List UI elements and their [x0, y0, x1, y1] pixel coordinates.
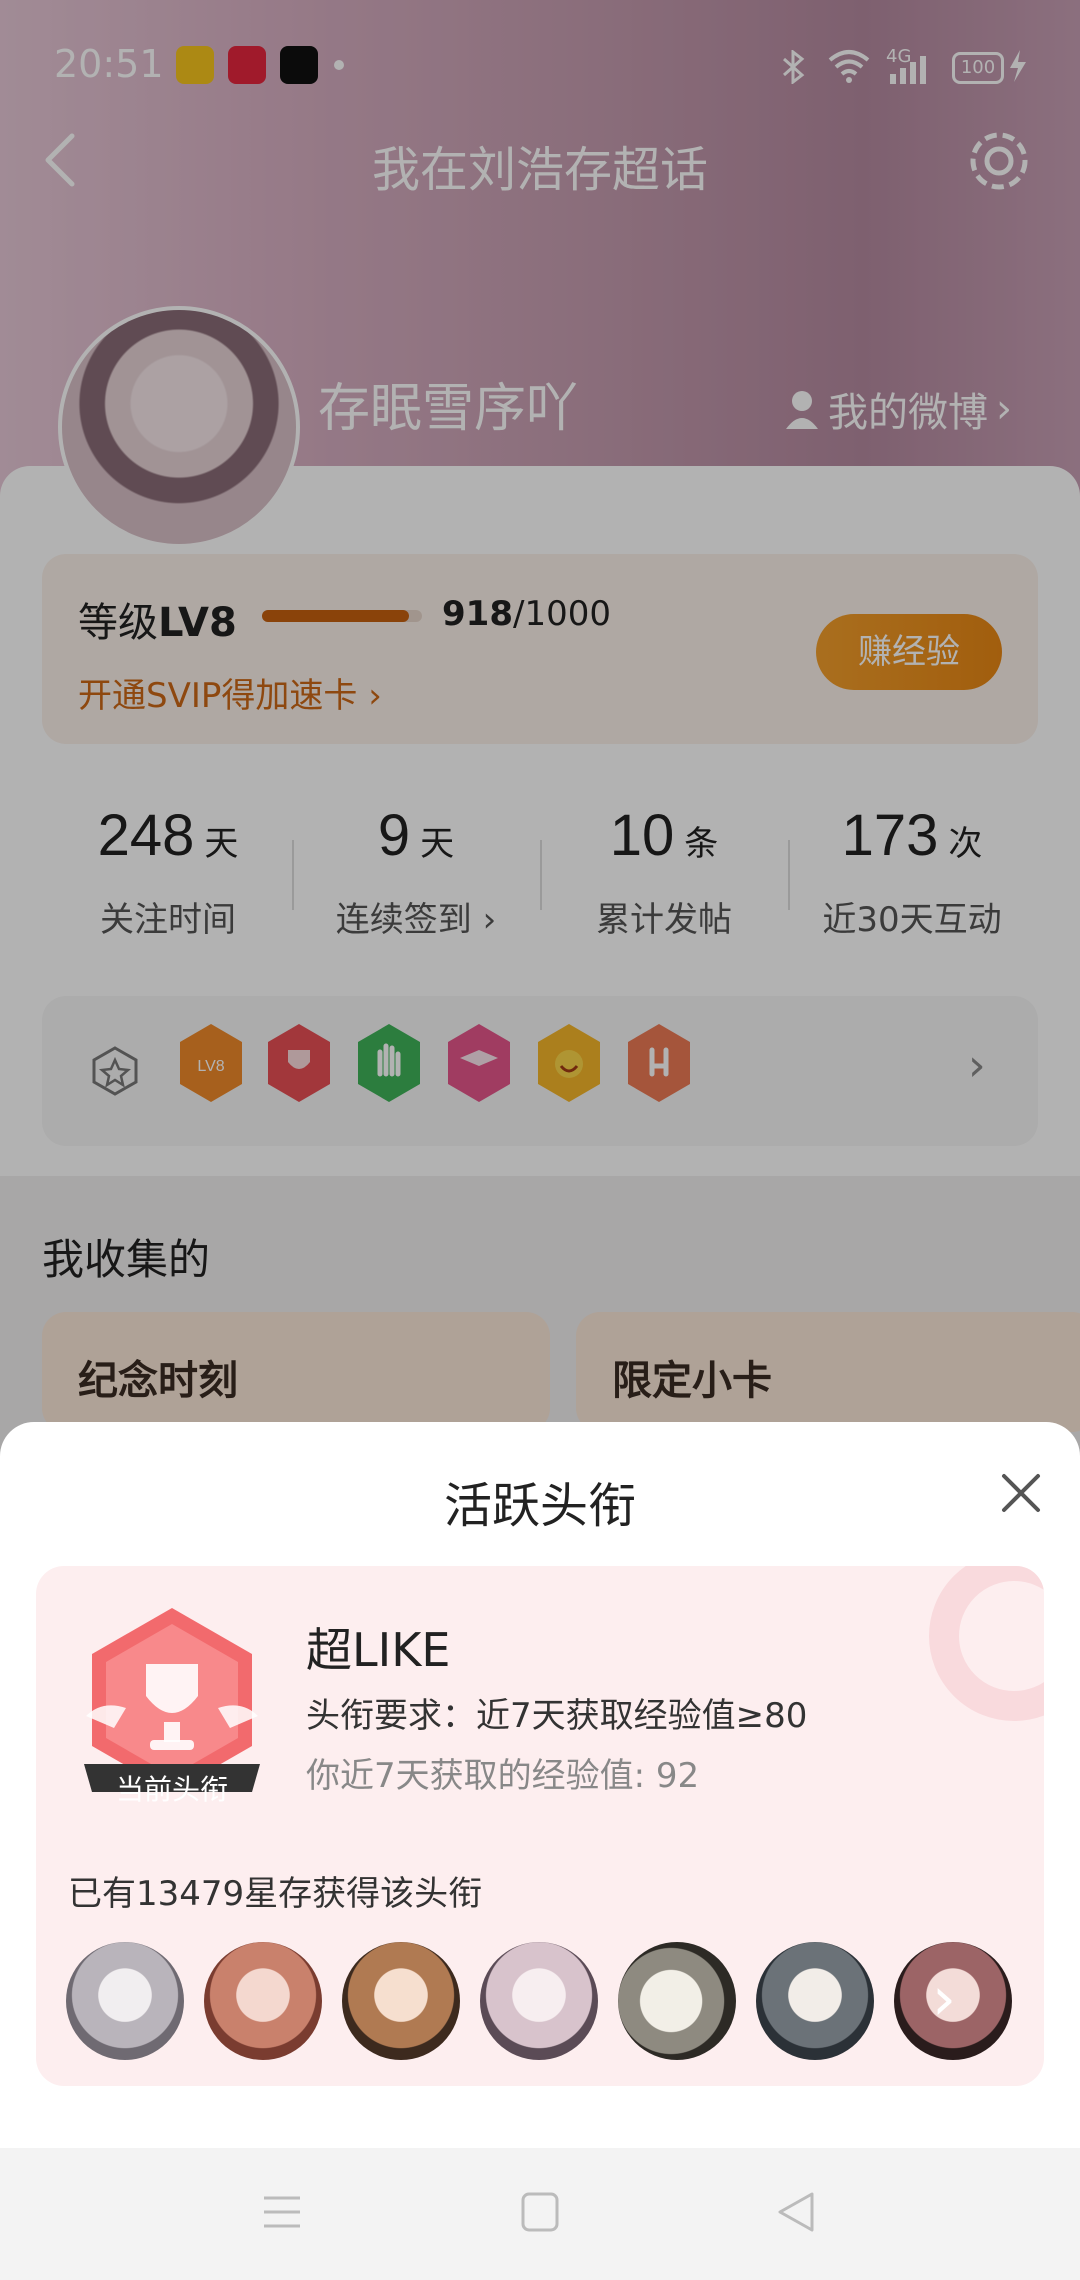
decorative-swirl	[929, 1566, 1044, 1721]
holder-avatar[interactable]	[204, 1942, 322, 2060]
holder-avatar[interactable]	[66, 1942, 184, 2060]
close-icon[interactable]	[1000, 1472, 1042, 1514]
current-title-label: 当前头衔	[115, 1773, 228, 1806]
title-name: 超LIKE	[306, 1623, 451, 1677]
my-experience: 你近7天获取的经验值: 92	[306, 1756, 700, 1796]
navigation-bar	[0, 2148, 1080, 2280]
title-requirement: 头衔要求：近7天获取经验值≥80	[306, 1696, 808, 1736]
holders-count: 已有13479星存获得该头衔	[68, 1874, 483, 1914]
home-icon[interactable]	[520, 2190, 560, 2234]
holder-avatar[interactable]	[756, 1942, 874, 2060]
back-nav-icon[interactable]	[776, 2190, 816, 2234]
holder-avatar[interactable]	[618, 1942, 736, 2060]
holder-avatar[interactable]: ›	[894, 1942, 1012, 2060]
holder-avatar[interactable]	[342, 1942, 460, 2060]
sheet-title: 活跃头衔	[443, 1478, 636, 1534]
chevron-right-icon[interactable]: ›	[932, 1964, 956, 2034]
holder-avatar[interactable]	[480, 1942, 598, 2060]
menu-icon[interactable]	[262, 2192, 302, 2232]
